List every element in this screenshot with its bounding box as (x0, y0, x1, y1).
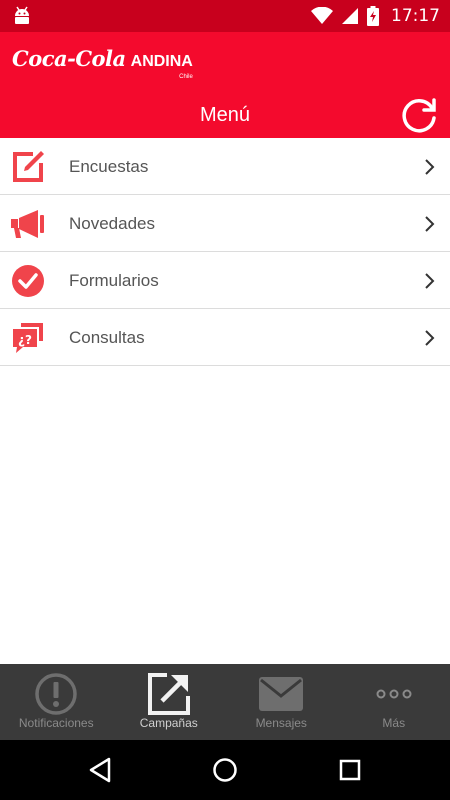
status-bar: 17:17 (0, 0, 450, 32)
brand-secondary: ANDINA Chile (130, 53, 193, 80)
more-dots-icon (338, 672, 450, 716)
nav-mas[interactable]: Más (338, 664, 450, 740)
back-triangle-icon (89, 757, 111, 783)
chevron-right-icon (425, 273, 435, 289)
alert-circle-icon (0, 672, 113, 716)
menu-item-label: Novedades (69, 214, 156, 233)
chevron-right-icon (425, 216, 435, 232)
nav-notificaciones[interactable]: Notificaciones (0, 664, 113, 740)
menu-list: Encuestas Novedades Formularios ¿? Consu… (0, 138, 450, 366)
brand-logo: Coca-Cola ANDINA Chile (12, 46, 193, 80)
menu-item-label: Consultas (69, 328, 145, 347)
menu-item-label: Encuestas (69, 157, 149, 176)
menu-item-novedades[interactable]: Novedades (0, 195, 450, 252)
home-button[interactable] (210, 755, 240, 785)
clock: 17:17 (391, 6, 440, 26)
brand-primary: Coca-Cola (12, 46, 126, 71)
recents-button[interactable] (335, 755, 365, 785)
menu-item-consultas[interactable]: ¿? Consultas (0, 309, 450, 366)
battery-charging-icon (367, 6, 379, 26)
envelope-icon (225, 672, 338, 716)
megaphone-icon (10, 207, 46, 241)
svg-text:¿?: ¿? (18, 333, 32, 347)
page-title: Menú (199, 104, 251, 126)
back-button[interactable] (85, 755, 115, 785)
chevron-right-icon (425, 159, 435, 175)
nav-label: Más (382, 716, 406, 730)
nav-label: Campañas (139, 716, 198, 730)
nav-label: Notificaciones (18, 716, 94, 730)
brand-region: Chile (179, 74, 193, 80)
home-circle-icon (213, 758, 237, 782)
nav-label: Mensajes (255, 716, 307, 730)
external-link-icon (113, 672, 226, 716)
refresh-icon (402, 98, 436, 133)
check-circle-icon (10, 264, 46, 298)
question-chat-icon: ¿? (10, 321, 46, 355)
system-nav-bar (0, 740, 450, 800)
menu-item-label: Formularios (69, 271, 159, 290)
nav-campanas[interactable]: Campañas (113, 664, 226, 740)
brand-secondary-text: ANDINA (130, 53, 193, 70)
wifi-icon (311, 7, 333, 24)
menu-item-encuestas[interactable]: Encuestas (0, 138, 450, 195)
edit-icon (10, 150, 46, 184)
nav-mensajes[interactable]: Mensajes (225, 664, 338, 740)
cell-signal-icon (342, 8, 358, 24)
refresh-button[interactable] (398, 93, 440, 135)
recents-square-icon (339, 759, 361, 781)
bottom-nav: Notificaciones Campañas Mensajes Más (0, 664, 450, 740)
menu-item-formularios[interactable]: Formularios (0, 252, 450, 309)
android-debug-icon (15, 6, 29, 24)
chevron-right-icon (425, 330, 435, 346)
